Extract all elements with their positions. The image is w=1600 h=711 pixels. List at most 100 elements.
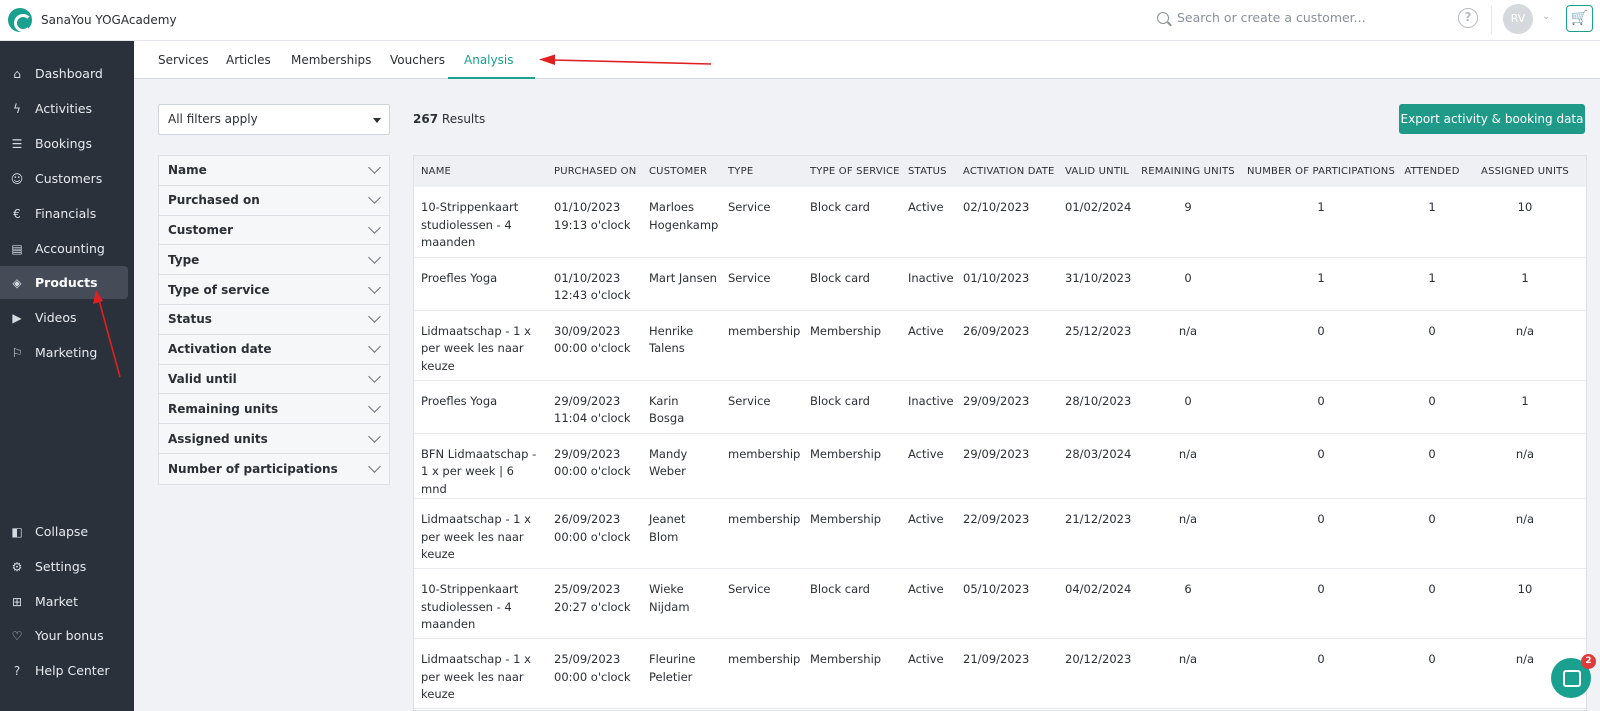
filter-customer[interactable]: Customer xyxy=(159,215,389,246)
cell-status: Active xyxy=(901,638,956,709)
sidebar-item-customers[interactable]: ☺ Customers xyxy=(0,162,128,195)
filter-remaining-units[interactable]: Remaining units xyxy=(159,394,389,425)
cell-activation: 02/10/2023 xyxy=(956,187,1058,258)
brand-name: SanaYou YOGAcademy xyxy=(41,13,177,27)
sidebar-item-accounting[interactable]: ▤ Accounting xyxy=(0,232,128,265)
help-icon[interactable]: ? xyxy=(1458,8,1478,28)
tab-memberships[interactable]: Memberships xyxy=(291,53,371,67)
sidebar-item-activities[interactable]: ϟ Activities xyxy=(0,92,128,125)
cell-name: 10-Strippenkaart studiolessen - 4 maande… xyxy=(414,568,547,639)
column-header[interactable]: NUMBER OF PARTICIPATIONS xyxy=(1240,156,1402,187)
column-header[interactable]: STATUS xyxy=(901,156,956,187)
filter-type-of-service[interactable]: Type of service xyxy=(159,275,389,305)
cart-icon[interactable]: 🛒 xyxy=(1566,5,1593,32)
column-header[interactable]: TYPE OF SERVICE xyxy=(803,156,901,187)
search-input[interactable]: Search or create a customer... xyxy=(1177,10,1366,25)
tab-articles[interactable]: Articles xyxy=(226,53,271,67)
cell-attended: 0 xyxy=(1402,638,1462,709)
cell-type: Service xyxy=(721,257,803,311)
filter-assigned-units[interactable]: Assigned units xyxy=(159,424,389,454)
table-row[interactable]: BFN Lidmaatschap - 1 x per week | 6 mnd 2… xyxy=(414,433,1586,499)
sidebar-item-financials[interactable]: € Financials xyxy=(0,197,128,230)
chevron-down-icon[interactable]: ⌄ xyxy=(1542,11,1550,22)
cell-attended: 1 xyxy=(1402,187,1462,258)
table-row[interactable]: Lidmaatschap - 1 x per week les naar keu… xyxy=(414,498,1586,569)
help-circle-icon: ? xyxy=(13,663,21,678)
filter-name[interactable]: Name xyxy=(159,156,389,186)
sidebar-item-label: Accounting xyxy=(35,241,105,256)
gear-icon: ⚙ xyxy=(11,559,23,574)
cell-purchased-on: 29/09/2023 11:04 o'clock xyxy=(547,380,642,434)
analysis-table: NAME PURCHASED ON CUSTOMER TYPE TYPE OF … xyxy=(413,155,1587,711)
cell-remaining: 9 xyxy=(1136,187,1240,258)
export-button[interactable]: Export activity & booking data xyxy=(1399,104,1585,134)
sidebar-item-help-center[interactable]: ? Help Center xyxy=(0,654,128,687)
table-row[interactable]: 10-Strippenkaart studiolessen - 4 maande… xyxy=(414,187,1586,258)
column-header[interactable]: ATTENDED xyxy=(1402,156,1462,187)
cell-service: Block card xyxy=(803,257,901,311)
sidebar-item-settings[interactable]: ⚙ Settings xyxy=(0,550,128,583)
table-row[interactable]: Proefles Yoga 01/10/2023 12:43 o'clock Mart… xyxy=(414,257,1586,311)
sidebar-item-videos[interactable]: ▶ Videos xyxy=(0,301,128,334)
filter-type[interactable]: Type xyxy=(159,245,389,276)
sidebar-item-marketing[interactable]: ⚐ Marketing xyxy=(0,336,128,369)
customer-search[interactable]: Search or create a customer... xyxy=(1157,10,1366,25)
column-header[interactable]: TYPE xyxy=(721,156,803,187)
cell-participations: 0 xyxy=(1240,638,1402,709)
cell-participations: 1 xyxy=(1240,257,1402,311)
cell-assigned: n/a xyxy=(1462,310,1586,381)
table-row[interactable]: Proefles Yoga 29/09/2023 11:04 o'clock Kari… xyxy=(414,380,1586,434)
filter-valid-until[interactable]: Valid until xyxy=(159,364,389,395)
chevron-down-icon xyxy=(368,280,381,294)
cell-status: Active xyxy=(901,310,956,381)
filter-status[interactable]: Status xyxy=(159,304,389,335)
sidebar-item-dashboard[interactable]: ⌂ Dashboard xyxy=(0,57,128,90)
cell-valid: 28/10/2023 xyxy=(1058,380,1136,434)
column-header[interactable]: ACTIVATION DATE xyxy=(956,156,1058,187)
filter-purchased-on[interactable]: Purchased on xyxy=(159,185,389,216)
euro-icon: € xyxy=(13,206,21,221)
cell-participations: 0 xyxy=(1240,498,1402,569)
cell-status: Active xyxy=(901,187,956,258)
cell-activation: 21/09/2023 xyxy=(956,638,1058,709)
column-header[interactable]: NAME xyxy=(414,156,547,187)
cell-customer: Jeanet Blom xyxy=(642,498,721,569)
list-icon: ☰ xyxy=(11,136,23,151)
cell-type: membership xyxy=(721,638,803,709)
cell-purchased-on: 01/10/2023 19:13 o'clock xyxy=(547,187,642,258)
column-header[interactable]: CUSTOMER xyxy=(642,156,721,187)
megaphone-icon: ⚐ xyxy=(11,345,23,360)
filter-number-of-participations[interactable]: Number of participations xyxy=(159,453,389,484)
cell-purchased-on: 30/09/2023 00:00 o'clock xyxy=(547,310,642,381)
sidebar-item-collapse[interactable]: ◧ Collapse xyxy=(0,515,128,548)
column-header[interactable]: REMAINING UNITS xyxy=(1136,156,1240,187)
table-row[interactable]: 10-Strippenkaart studiolessen - 4 maande… xyxy=(414,568,1586,639)
column-header[interactable]: PURCHASED ON xyxy=(547,156,642,187)
tab-analysis[interactable]: Analysis xyxy=(464,53,513,67)
table-row[interactable]: Lidmaatschap - 1 x per week les naar keu… xyxy=(414,310,1586,381)
cell-remaining: n/a xyxy=(1136,310,1240,381)
cell-service: Membership xyxy=(803,433,901,499)
sidebar-item-your-bonus[interactable]: ♡ Your bonus xyxy=(0,619,128,652)
table-row[interactable]: Lidmaatschap - 1 x per week les naar keu… xyxy=(414,638,1586,709)
column-header[interactable]: VALID UNTIL xyxy=(1058,156,1136,187)
sanayou-logo-icon[interactable] xyxy=(8,8,32,32)
avatar[interactable]: RV xyxy=(1503,4,1533,34)
tab-vouchers[interactable]: Vouchers xyxy=(390,53,445,67)
tab-services[interactable]: Services xyxy=(158,53,209,67)
column-header[interactable]: ASSIGNED UNITS xyxy=(1462,156,1586,187)
sidebar-item-label: Bookings xyxy=(35,136,92,151)
cell-activation: 05/10/2023 xyxy=(956,568,1058,639)
sidebar-item-bookings[interactable]: ☰ Bookings xyxy=(0,127,128,160)
chevron-down-icon xyxy=(368,370,381,383)
active-tab-indicator xyxy=(448,77,535,79)
cell-status: Active xyxy=(901,498,956,569)
cell-name: Proefles Yoga xyxy=(414,380,547,434)
cell-service: Block card xyxy=(803,568,901,639)
sidebar-item-market[interactable]: ⊞ Market xyxy=(0,585,128,618)
filter-mode-select[interactable]: All filters apply xyxy=(158,104,390,135)
chevron-down-icon xyxy=(368,221,381,234)
cell-valid: 01/02/2024 xyxy=(1058,187,1136,258)
sidebar-item-products[interactable]: ◈ Products xyxy=(0,266,128,299)
filter-activation-date[interactable]: Activation date xyxy=(159,334,389,365)
